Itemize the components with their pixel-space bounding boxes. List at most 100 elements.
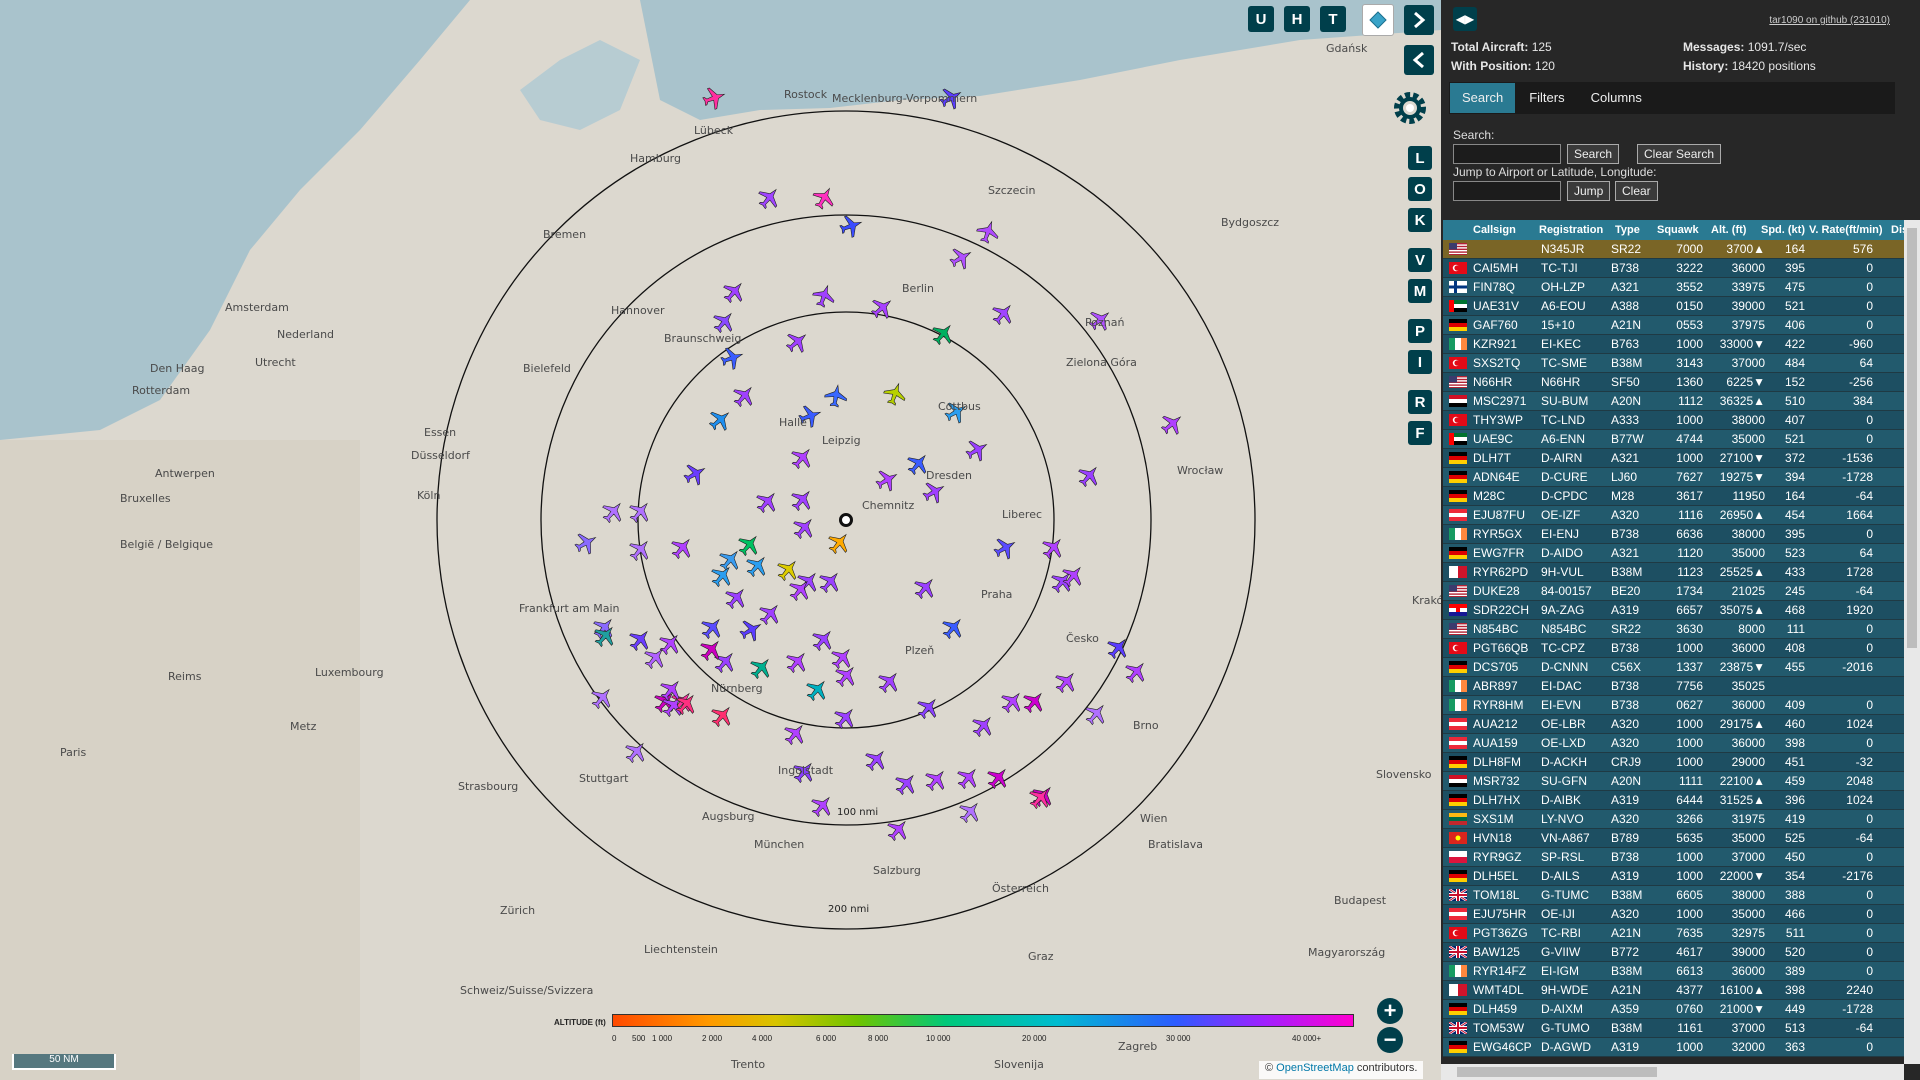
toggle-o-button[interactable]: O [1408,177,1432,201]
table-row[interactable]: EJU75HR OE-IJI A320 1000 35000 466 0 [1443,905,1905,924]
aircraft-icon[interactable] [742,551,773,582]
table-row[interactable]: EJU87FU OE-IZF A320 1116 26950▲ 454 1664 [1443,506,1905,525]
aircraft-icon[interactable] [680,459,710,489]
table-row[interactable]: THY3WP TC-LND A333 1000 38000 407 0 [1443,411,1905,430]
aircraft-icon[interactable] [810,282,838,310]
aircraft-icon[interactable] [997,687,1028,718]
aircraft-icon[interactable] [571,528,601,558]
aircraft-icon[interactable] [780,719,811,750]
toggle-h-button[interactable]: H [1284,6,1310,32]
table-row[interactable]: DLH8FM D-ACKH CRJ9 1000 29000 451 -32 [1443,753,1905,772]
table-row[interactable]: RYR5GX EI-ENJ B738 6636 38000 395 0 [1443,525,1905,544]
aircraft-icon[interactable] [988,299,1019,330]
col-squawk[interactable]: Squawk [1657,224,1699,236]
table-row[interactable]: SXS1M LY-NVO A320 3266 31975 419 0 [1443,810,1905,829]
table-row[interactable]: DLH5EL D-AILS A319 1000 22000▼ 354 -2176 [1443,867,1905,886]
aircraft-icon[interactable] [705,405,736,436]
aircraft-icon[interactable] [946,243,976,273]
aircraft-icon[interactable] [953,763,984,794]
aircraft-icon[interactable] [837,212,865,240]
aircraft-icon[interactable] [872,465,902,495]
github-credit-link[interactable]: tar1090 on github (231010) [1769,15,1890,26]
aircraft-icon[interactable] [938,613,969,644]
tab-columns[interactable]: Columns [1579,83,1654,113]
toggle-f-button[interactable]: F [1408,421,1432,445]
table-row[interactable]: ABR897 EI-DAC B738 7756 35025 [1443,677,1905,696]
aircraft-icon[interactable] [729,381,760,412]
table-row[interactable]: HVN18 VN-A867 B789 5635 35000 525 -64 [1443,829,1905,848]
table-row[interactable]: AUA159 OE-LXD A320 1000 36000 398 0 [1443,734,1905,753]
toggle-l-button[interactable]: L [1408,146,1432,170]
table-row[interactable]: MSC2971 SU-BUM A20N 1112 36325▲ 510 384 [1443,392,1905,411]
table-row[interactable]: AUA212 OE-LBR A320 1000 29175▲ 460 1024 [1443,715,1905,734]
table-row[interactable]: RYR9GZ SP-RSL B738 1000 37000 450 0 [1443,848,1905,867]
table-row[interactable]: RYR62PD 9H-VUL B38M 1123 25525▲ 433 1728 [1443,563,1905,582]
aircraft-icon[interactable] [707,701,738,732]
tab-search[interactable]: Search [1450,83,1516,113]
search-button[interactable]: Search [1567,144,1620,164]
aircraft-icon[interactable] [787,485,818,516]
toggle-sidebar-button[interactable]: ◀▶ [1453,7,1477,31]
horizontal-scrollbar[interactable] [1441,1064,1904,1080]
aircraft-icon[interactable] [752,487,783,518]
aircraft-icon[interactable] [787,443,818,474]
aircraft-icon[interactable] [867,293,898,324]
toggle-v-button[interactable]: V [1408,248,1432,272]
aircraft-icon[interactable] [1121,657,1152,688]
toggle-t-button[interactable]: T [1320,6,1346,32]
col-callsign[interactable]: Callsign [1473,224,1516,236]
aircraft-icon[interactable] [962,435,992,465]
aircraft-icon[interactable] [823,383,848,408]
table-row[interactable]: PGT36ZG TC-RBI A21N 7635 32975 511 0 [1443,924,1905,943]
aircraft-icon[interactable] [807,791,838,822]
openstreetmap-link[interactable]: OpenStreetMap [1276,1062,1354,1074]
aircraft-icon[interactable] [1157,409,1188,440]
toggle-i-button[interactable]: I [1408,350,1432,374]
aircraft-icon[interactable] [921,765,952,796]
aircraft-icon[interactable] [974,218,1002,246]
aircraft-icon[interactable] [824,528,855,559]
clear-search-button[interactable]: Clear Search [1637,144,1722,164]
aircraft-icon[interactable] [1058,561,1089,592]
aircraft-icon[interactable] [990,533,1020,563]
aircraft-icon[interactable] [968,711,999,742]
aircraft-icon[interactable] [1051,667,1082,698]
table-row[interactable]: N66HR N66HR SF50 1360 6225▼ 152 -256 [1443,373,1905,392]
table-row[interactable]: RYR8HM EI-EVN B738 0627 36000 409 0 [1443,696,1905,715]
zoom-in-button[interactable]: + [1377,998,1403,1024]
aircraft-icon[interactable] [746,653,777,684]
table-row[interactable]: WMT4DL 9H-WDE A21N 4377 16100▲ 398 2240 [1443,981,1905,1000]
table-row[interactable]: ADN64E D-CURE LJ60 7627 19275▼ 394 -1728 [1443,468,1905,487]
table-row[interactable]: TOM18L G-TUMC B38M 6605 38000 388 0 [1443,886,1905,905]
table-row[interactable]: MSR732 SU-GFN A20N 1111 22100▲ 459 2048 [1443,772,1905,791]
aircraft-icon[interactable] [913,693,944,724]
table-row[interactable]: GAF760 15+10 A21N 0553 37975 406 0 [1443,316,1905,335]
aircraft-icon[interactable] [928,319,959,350]
col-altitude[interactable]: Alt. (ft) [1711,224,1746,236]
aircraft-icon[interactable] [1047,567,1078,598]
aircraft-icon[interactable] [773,555,804,586]
col-speed[interactable]: Spd. (kt) [1761,224,1805,236]
aircraft-icon[interactable] [955,797,986,828]
aircraft-icon[interactable] [1025,783,1056,814]
table-row[interactable]: EWG7FR D-AIDO A321 1120 35000 523 64 [1443,544,1905,563]
toggle-k-button[interactable]: K [1408,208,1432,232]
table-row[interactable]: DUKE28 84-00157 BE20 1734 21025 245 -64 [1443,582,1905,601]
aircraft-icon[interactable] [598,497,629,528]
table-row[interactable]: EWG46CP D-AGWD A319 1000 32000 363 0 [1443,1038,1905,1057]
aircraft-icon[interactable] [782,647,813,678]
jump-input[interactable] [1453,181,1561,201]
aircraft-icon[interactable] [802,675,833,706]
aircraft-icon[interactable] [719,277,750,308]
col-registration[interactable]: Registration [1539,224,1603,236]
clear-jump-button[interactable]: Clear [1615,181,1658,201]
zoom-out-button[interactable]: − [1377,1027,1403,1053]
table-row[interactable]: UAE31V A6-EOU A388 0150 39000 521 0 [1443,297,1905,316]
table-row[interactable]: BAW125 G-VIIW B772 4617 39000 520 0 [1443,943,1905,962]
tab-filters[interactable]: Filters [1517,83,1576,113]
aircraft-icon[interactable] [625,497,656,528]
aircraft-icon[interactable] [910,573,941,604]
table-row[interactable]: DLH7T D-AIRN A321 1000 27100▼ 372 -1536 [1443,449,1905,468]
aircraft-icon[interactable] [808,625,839,656]
table-row[interactable]: DLH459 D-AIXM A359 0760 21000▼ 449 -1728 [1443,1000,1905,1019]
